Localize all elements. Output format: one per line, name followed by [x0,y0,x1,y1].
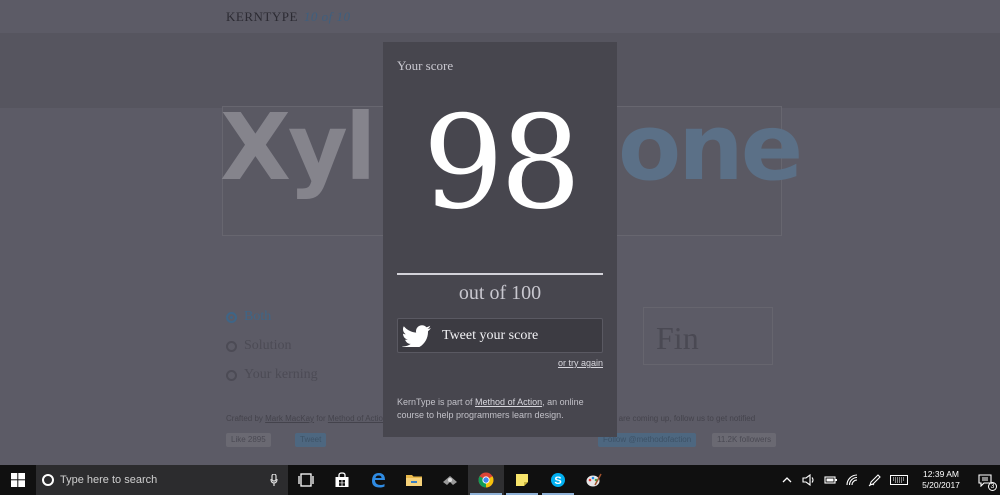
app-icon [443,476,457,485]
pinned-app[interactable] [432,465,468,495]
search-placeholder: Type here to search [60,474,158,486]
radio-icon [226,340,237,352]
touch-keyboard-button[interactable] [886,465,912,495]
twitter-bird-icon [402,324,431,347]
show-hidden-icons-button[interactable] [776,465,798,495]
progress-counter: 10 of 10 [303,9,351,24]
view-option-label: Solution [244,338,292,353]
view-option-both[interactable]: Both [226,309,271,325]
followers-count: 11.2K followers [712,433,777,447]
author-link[interactable]: Mark MacKay [265,414,314,423]
microphone-icon[interactable] [270,474,278,486]
system-tray: 12:39 AM 5/20/2017 3 [776,465,1000,495]
radio-icon [226,369,237,381]
view-option-label: Your kerning [244,367,318,382]
tweet-share-button[interactable]: Tweet [295,433,327,447]
task-view-button[interactable] [288,465,324,495]
windows-logo-icon [11,473,25,487]
brand-name: KERNTYPE [226,9,298,24]
battery-icon [824,476,837,484]
clock-date: 5/20/2017 [922,480,960,490]
chrome-icon [478,472,494,488]
view-option-label: Both [244,309,272,324]
notification-count: 3 [988,482,997,491]
cortana-icon [42,474,54,486]
folder-icon [406,475,422,486]
like-button[interactable]: Like 2895 [226,433,271,447]
skype-app[interactable]: S [540,465,576,495]
app-brand[interactable]: KERNTYPE 10 of 10 [226,9,351,25]
score-out-of: out of 100 [458,282,542,304]
svg-text:S: S [554,475,561,487]
org-link[interactable]: Method of Action [328,414,388,423]
wifi-icon [846,474,858,486]
score-value: 98 [422,89,582,238]
clock-time: 12:39 AM [923,469,959,479]
keyboard-icon [890,475,908,485]
finish-label: Fin [656,320,699,356]
score-modal: Your score 98 out of 100 Tweet your scor… [383,42,617,437]
system-clock[interactable]: 12:39 AM 5/20/2017 [912,469,970,491]
radio-icon [226,311,237,323]
sticky-notes-app[interactable] [504,465,540,495]
pen-icon [868,474,881,487]
start-button[interactable] [0,465,36,495]
view-option-your-kerning[interactable]: Your kerning [226,367,318,383]
word-left-part[interactable]: Xyl [220,102,376,194]
divider [397,273,603,275]
network-button[interactable] [842,465,864,495]
store-bag-icon [335,472,349,487]
edge-app[interactable] [360,465,396,495]
battery-button[interactable] [820,465,842,495]
tweet-score-button[interactable]: Tweet your score [397,318,603,353]
skype-icon: S [551,473,565,487]
chevron-up-icon [782,477,792,483]
tweet-score-label: Tweet your score [442,327,539,343]
taskbar-search-box[interactable]: Type here to search [36,465,288,495]
view-option-solution[interactable]: Solution [226,338,291,354]
volume-button[interactable] [798,465,820,495]
file-explorer-app[interactable] [396,465,432,495]
chrome-app[interactable] [468,465,504,495]
footer-credit: Crafted by Mark MacKay for Method of Act… [226,414,388,423]
speaker-icon [802,474,814,486]
task-view-icon [298,473,314,487]
paint-palette-icon [586,473,602,487]
sticky-note-icon [516,474,528,486]
paint-app[interactable] [576,465,612,495]
finish-button[interactable]: Fin [643,307,773,365]
about-text: KernType is part of Method of Action, an… [397,397,584,420]
method-of-action-link[interactable]: Method of Action [475,397,542,407]
score-label: Your score [397,58,454,73]
pen-workspace-button[interactable] [864,465,886,495]
word-right-part[interactable]: one [618,102,803,194]
windows-taskbar: Type here to search S 12:39 AM 5/20/2017… [0,465,1000,495]
edge-icon [372,473,385,488]
store-app[interactable] [324,465,360,495]
try-again-link[interactable]: or try again [558,358,603,368]
action-center-button[interactable]: 3 [970,465,1000,495]
